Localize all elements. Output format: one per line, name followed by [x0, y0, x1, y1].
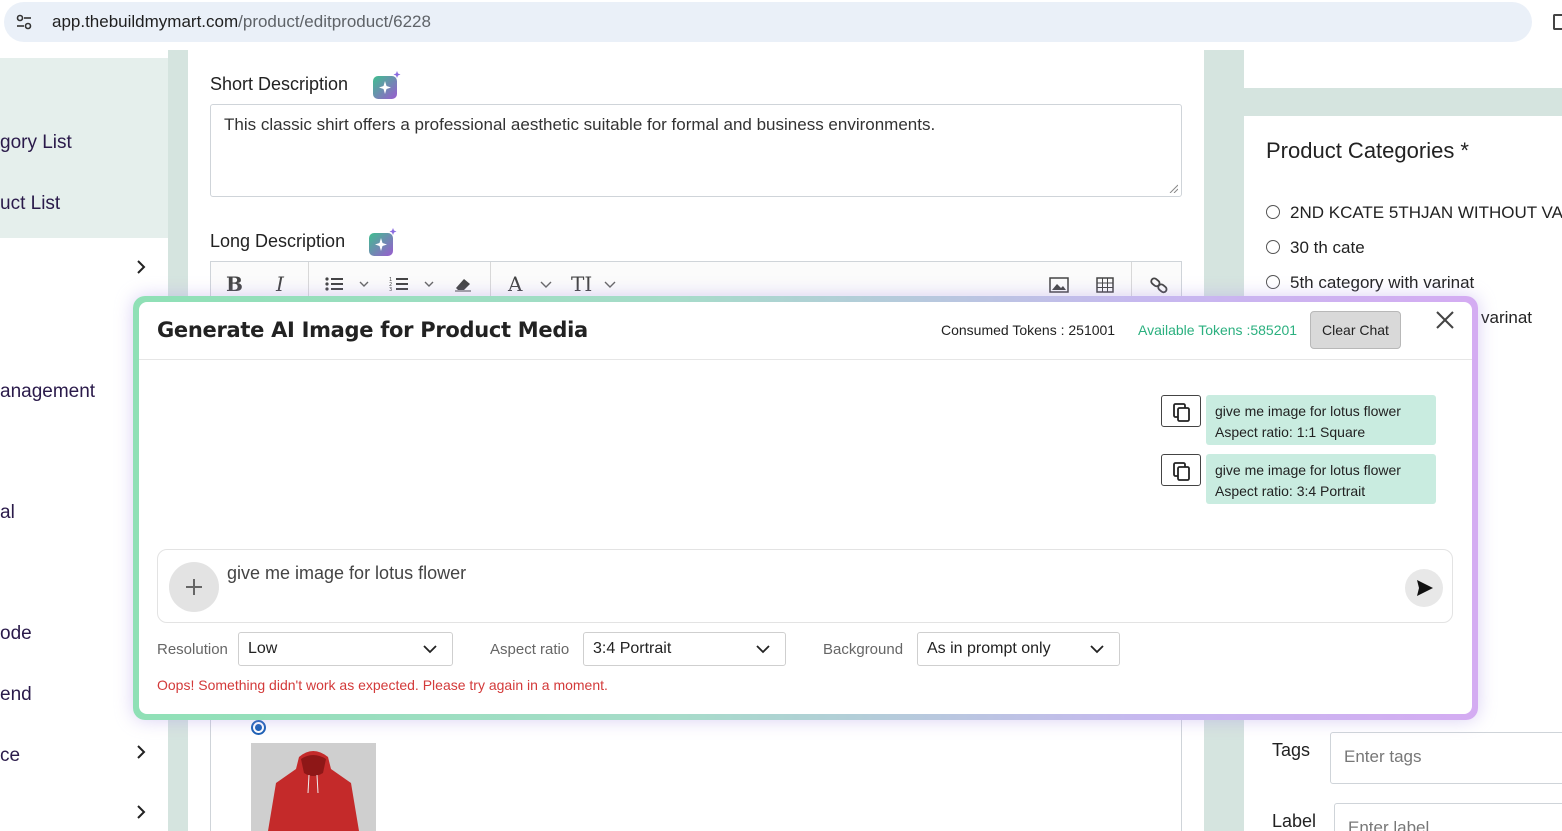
chevron-right-icon[interactable] [134, 260, 148, 274]
bullet-list-icon[interactable] [324, 276, 374, 292]
ai-sparkle-icon[interactable] [372, 70, 402, 100]
aspect-ratio-select[interactable]: 3:4 Portrait [583, 632, 786, 666]
category-option-partial[interactable]: varinat [1481, 308, 1532, 328]
aspect-ratio-label: Aspect ratio [490, 641, 570, 658]
available-tokens: Available Tokens :585201 [1138, 322, 1298, 338]
short-description-textarea[interactable]: This classic shirt offers a professional… [210, 104, 1182, 197]
chevron-down-icon [423, 645, 437, 654]
category-radio[interactable] [1266, 205, 1280, 219]
copy-icon [1173, 462, 1190, 481]
chevron-down-icon [756, 645, 770, 654]
category-radio[interactable] [1266, 275, 1280, 289]
site-settings-icon[interactable] [14, 12, 34, 32]
category-option[interactable]: 2ND KCATE 5THJAN WITHOUT VA [1266, 203, 1562, 223]
resize-grip-icon[interactable] [1168, 183, 1178, 193]
side-panel-icon[interactable] [1553, 14, 1562, 30]
product-categories-title: Product Categories * [1266, 138, 1469, 163]
category-radio[interactable] [1266, 240, 1280, 254]
tags-input[interactable]: Enter tags [1330, 732, 1562, 784]
table-icon[interactable] [1096, 277, 1114, 293]
product-image-thumbnail[interactable] [251, 743, 376, 831]
label-label: Label [1272, 811, 1317, 831]
message-aspect-ratio: Aspect ratio: 3:4 Portrait [1215, 483, 1366, 499]
chevron-down-icon[interactable] [603, 280, 617, 290]
browser-toolbar: app.thebuildmymart.com/product/editprodu… [0, 0, 1562, 46]
sidebar-item-category-list[interactable]: gory List [0, 132, 72, 154]
message-prompt: give me image for lotus flower [1215, 403, 1401, 419]
prompt-input[interactable]: give me image for lotus flower [227, 563, 466, 584]
short-description-label: Short Description [210, 74, 349, 94]
sidebar-item-code[interactable]: ode [0, 623, 32, 645]
chat-message: give me image for lotus flower Aspect ra… [1161, 454, 1437, 504]
chat-bubble: give me image for lotus flower Aspect ra… [1206, 395, 1436, 445]
consumed-tokens: Consumed Tokens : 251001 [941, 322, 1116, 338]
chevron-down-icon[interactable] [539, 280, 553, 290]
add-attachment-button[interactable] [169, 562, 219, 612]
sidebar-item-end[interactable]: end [0, 684, 32, 706]
modal-header: Generate AI Image for Product Media Cons… [139, 302, 1472, 360]
chevron-right-icon[interactable] [134, 745, 148, 759]
send-button[interactable] [1405, 569, 1443, 607]
bold-button[interactable]: B [226, 272, 243, 296]
label-input[interactable]: Enter label [1334, 803, 1562, 831]
svg-text:3: 3 [389, 287, 392, 292]
url-text[interactable]: app.thebuildmymart.com/product/editprodu… [52, 12, 431, 32]
sidebar-item-ce[interactable]: ce [0, 745, 20, 767]
copy-icon [1173, 403, 1190, 422]
copy-button[interactable] [1161, 454, 1201, 486]
sidebar-item-product-list[interactable]: uct List [0, 193, 60, 215]
category-option[interactable]: 5th category with varinat [1266, 273, 1474, 293]
modal-title: Generate AI Image for Product Media [157, 318, 588, 342]
chat-message: give me image for lotus flower Aspect ra… [1161, 395, 1437, 445]
address-bar[interactable]: app.thebuildmymart.com/product/editprodu… [4, 2, 1532, 42]
resolution-select[interactable]: Low [238, 632, 453, 666]
chat-bubble: give me image for lotus flower Aspect ra… [1206, 454, 1436, 504]
clear-chat-button[interactable]: Clear Chat [1310, 311, 1401, 349]
link-icon[interactable] [1149, 276, 1169, 294]
close-icon[interactable] [1435, 310, 1455, 330]
ai-sparkle-icon[interactable] [368, 227, 398, 257]
copy-button[interactable] [1161, 395, 1201, 427]
text-size-button[interactable]: TI [571, 272, 592, 296]
background-label: Background [823, 641, 904, 658]
chevron-down-icon [1090, 645, 1104, 654]
message-prompt: give me image for lotus flower [1215, 462, 1401, 478]
right-panel-divider [1244, 88, 1562, 116]
image-icon[interactable] [1049, 277, 1069, 293]
eraser-icon[interactable] [453, 276, 473, 292]
italic-button[interactable]: I [276, 272, 284, 296]
sidebar-item-management[interactable]: anagement [0, 381, 95, 403]
message-aspect-ratio: Aspect ratio: 1:1 Square [1215, 424, 1366, 440]
font-color-button[interactable]: A [508, 272, 522, 296]
hoodie-image [251, 743, 376, 831]
error-message: Oops! Something didn't work as expected.… [157, 677, 608, 693]
background-select[interactable]: As in prompt only [917, 632, 1120, 666]
category-option[interactable]: 30 th cate [1266, 238, 1365, 258]
chevron-right-icon[interactable] [134, 805, 148, 819]
sidebar-item-al[interactable]: al [0, 502, 15, 524]
tags-label: Tags [1272, 740, 1311, 760]
ai-image-modal: Generate AI Image for Product Media Cons… [139, 302, 1472, 714]
numbered-list-icon[interactable]: 1 2 3 [389, 276, 439, 292]
media-primary-radio[interactable] [251, 720, 266, 735]
prompt-input-box[interactable]: give me image for lotus flower [157, 549, 1453, 623]
long-description-label: Long Description [210, 231, 346, 251]
send-icon [1417, 580, 1433, 596]
resolution-label: Resolution [157, 641, 228, 658]
